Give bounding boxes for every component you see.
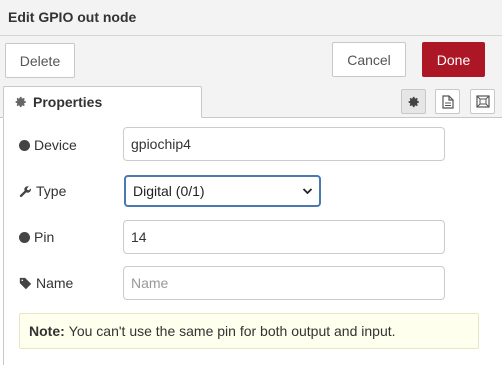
device-label: Device bbox=[34, 137, 77, 153]
name-field[interactable]: Name bbox=[123, 266, 445, 300]
node-appearance-tab[interactable] bbox=[470, 89, 495, 114]
dialog-title: Edit GPIO out node bbox=[8, 9, 137, 25]
tabs-row: Properties bbox=[0, 86, 502, 118]
type-label: Type bbox=[36, 183, 67, 199]
tag-icon bbox=[19, 277, 32, 290]
panel-border bbox=[3, 118, 4, 365]
document-icon bbox=[441, 94, 454, 109]
tab-properties-label: Properties bbox=[33, 94, 103, 110]
node-description-tab[interactable] bbox=[435, 89, 460, 114]
device-label-row: Device bbox=[19, 135, 77, 155]
note-prefix: Note: bbox=[29, 323, 65, 339]
pin-label-row: Pin bbox=[19, 227, 54, 247]
circle-icon bbox=[19, 139, 30, 151]
cancel-button[interactable]: Cancel bbox=[332, 42, 406, 77]
tab-properties[interactable]: Properties bbox=[3, 86, 202, 118]
node-settings-tab[interactable] bbox=[401, 89, 426, 114]
type-label-row: Type bbox=[19, 181, 66, 201]
type-select-value: Digital (0/1) bbox=[133, 183, 205, 199]
frame-icon bbox=[475, 95, 490, 108]
gear-icon bbox=[15, 96, 26, 108]
dialog-toolbar: Delete Cancel Done bbox=[0, 36, 502, 86]
pin-label: Pin bbox=[34, 229, 55, 245]
gear-icon bbox=[408, 96, 419, 107]
note-box: Note: You can't use the same pin for bot… bbox=[19, 313, 479, 349]
pin-field[interactable]: 14 bbox=[123, 220, 445, 254]
delete-button[interactable]: Delete bbox=[5, 43, 75, 78]
wrench-icon bbox=[19, 185, 32, 198]
device-field[interactable]: gpiochip4 bbox=[123, 127, 445, 161]
name-label-row: Name bbox=[19, 273, 73, 293]
circle-icon bbox=[19, 231, 30, 243]
dialog-titlebar: Edit GPIO out node bbox=[0, 0, 502, 36]
note-text: You can't use the same pin for both outp… bbox=[68, 323, 396, 339]
done-button[interactable]: Done bbox=[422, 42, 485, 77]
name-label: Name bbox=[36, 275, 74, 291]
chevron-down-icon bbox=[302, 188, 313, 195]
type-select[interactable]: Digital (0/1) bbox=[124, 175, 321, 207]
